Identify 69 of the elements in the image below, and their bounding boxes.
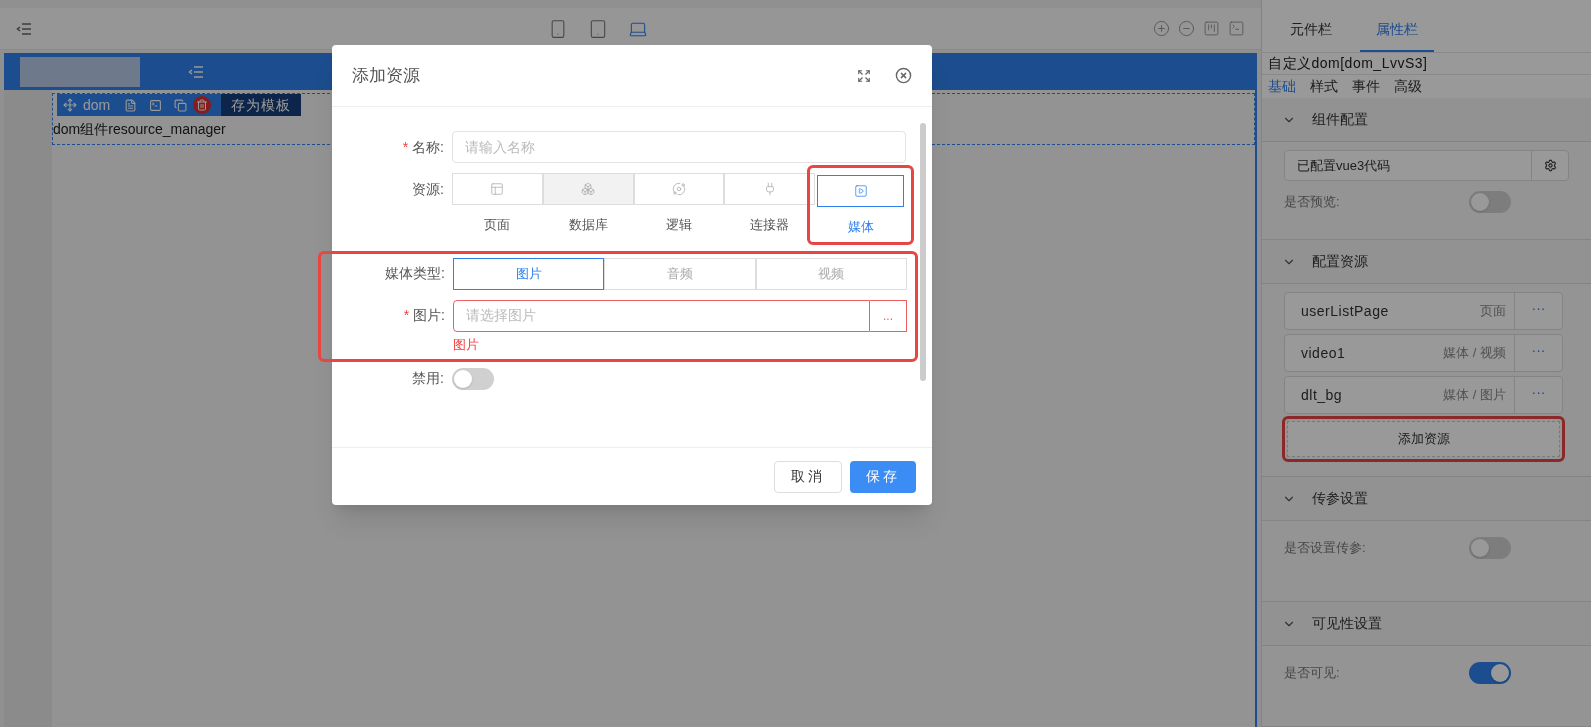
more-button[interactable]: ··· [1514, 335, 1562, 371]
component-label: dom [83, 95, 111, 115]
toggle-label: 是否可见: [1284, 664, 1340, 683]
indent-icon[interactable] [16, 21, 32, 36]
required-asterisk: * [402, 137, 409, 157]
setting-switch[interactable] [1469, 662, 1511, 684]
resource-name: userListPage [1300, 301, 1389, 321]
kanban-icon[interactable] [1203, 20, 1220, 37]
resource-type: 页面 [1479, 302, 1507, 321]
field-label: 图片: [413, 306, 445, 325]
option-label: 页面 [484, 216, 511, 234]
field-label: 禁用: [412, 369, 444, 388]
resource-item[interactable]: userListPage 页面 ··· [1284, 292, 1563, 330]
settings-icon [1543, 159, 1557, 172]
error-message: 图片 [453, 336, 479, 352]
code-status: 已配置vue3代码 [1296, 156, 1392, 175]
component-content: dom组件resource_manager [53, 120, 227, 139]
zoom-in-icon[interactable] [1153, 20, 1170, 37]
setting-switch[interactable] [1469, 537, 1511, 559]
option-label: 数据库 [568, 216, 608, 234]
cancel-button[interactable]: 取消 [774, 460, 842, 493]
zoom-out-icon[interactable] [1178, 20, 1195, 37]
resource-item[interactable]: dlt_bg 媒体 / 图片 ··· [1284, 376, 1563, 414]
dialog-title: 添加资源 [352, 64, 421, 87]
save-button[interactable]: 保存 [850, 460, 916, 493]
field-label: 媒体类型: [385, 264, 445, 283]
toggle-label: 是否预览: [1284, 193, 1340, 212]
field-label: 资源: [412, 179, 444, 199]
subtab[interactable]: 样式 [1310, 76, 1338, 97]
terminal-icon[interactable] [1228, 20, 1245, 37]
resource-type-option[interactable] [817, 175, 904, 207]
image-input[interactable]: 请选择图片 [453, 299, 870, 332]
scrollbar[interactable] [920, 123, 926, 381]
panel-title: 自定义dom[dom_LvvS3] [1268, 54, 1428, 73]
move-icon[interactable] [63, 98, 77, 112]
play-icon [853, 184, 868, 198]
subtab[interactable]: 事件 [1352, 76, 1380, 97]
save-template-button[interactable]: 存为模板 [221, 94, 302, 116]
subtab[interactable]: 高级 [1394, 76, 1422, 97]
code-field[interactable]: 已配置vue3代码 [1284, 150, 1569, 181]
resource-item[interactable]: video1 媒体 / 视频 ··· [1284, 334, 1563, 372]
panel-tab[interactable]: 属性栏 [1360, 8, 1434, 52]
preview-switch[interactable] [1469, 191, 1511, 213]
browse-button[interactable]: ... [870, 299, 907, 332]
orbit-icon [672, 182, 686, 196]
panel-tab[interactable]: 元件栏 [1274, 8, 1348, 52]
delete-icon[interactable] [193, 96, 212, 114]
option-label: 连接器 [750, 216, 790, 234]
required-asterisk: * [403, 306, 410, 325]
field-label: 名称: [412, 137, 444, 157]
toggle-label: 是否设置传参: [1284, 539, 1366, 558]
subtab[interactable]: 基础 [1268, 76, 1296, 97]
media-type-option[interactable]: 图片 [453, 257, 605, 290]
copy-icon[interactable] [174, 98, 188, 112]
resource-type: 媒体 / 图片 [1442, 386, 1507, 405]
document-icon[interactable] [124, 98, 138, 112]
boxes-icon [581, 182, 596, 196]
add-resource-button[interactable]: 添加资源 [1287, 421, 1560, 457]
option-label: 媒体 [847, 218, 874, 236]
resource-name: video1 [1300, 343, 1346, 363]
resource-type: 媒体 / 视频 [1442, 344, 1507, 363]
name-input[interactable]: 请输入名称 [452, 131, 906, 163]
more-button[interactable]: ··· [1514, 377, 1562, 413]
close-icon[interactable] [895, 67, 912, 84]
layout-icon [490, 182, 505, 196]
resource-name: dlt_bg [1300, 385, 1343, 405]
more-button[interactable]: ··· [1514, 293, 1562, 329]
expand-icon[interactable] [857, 68, 871, 83]
option-label: 逻辑 [666, 216, 692, 234]
